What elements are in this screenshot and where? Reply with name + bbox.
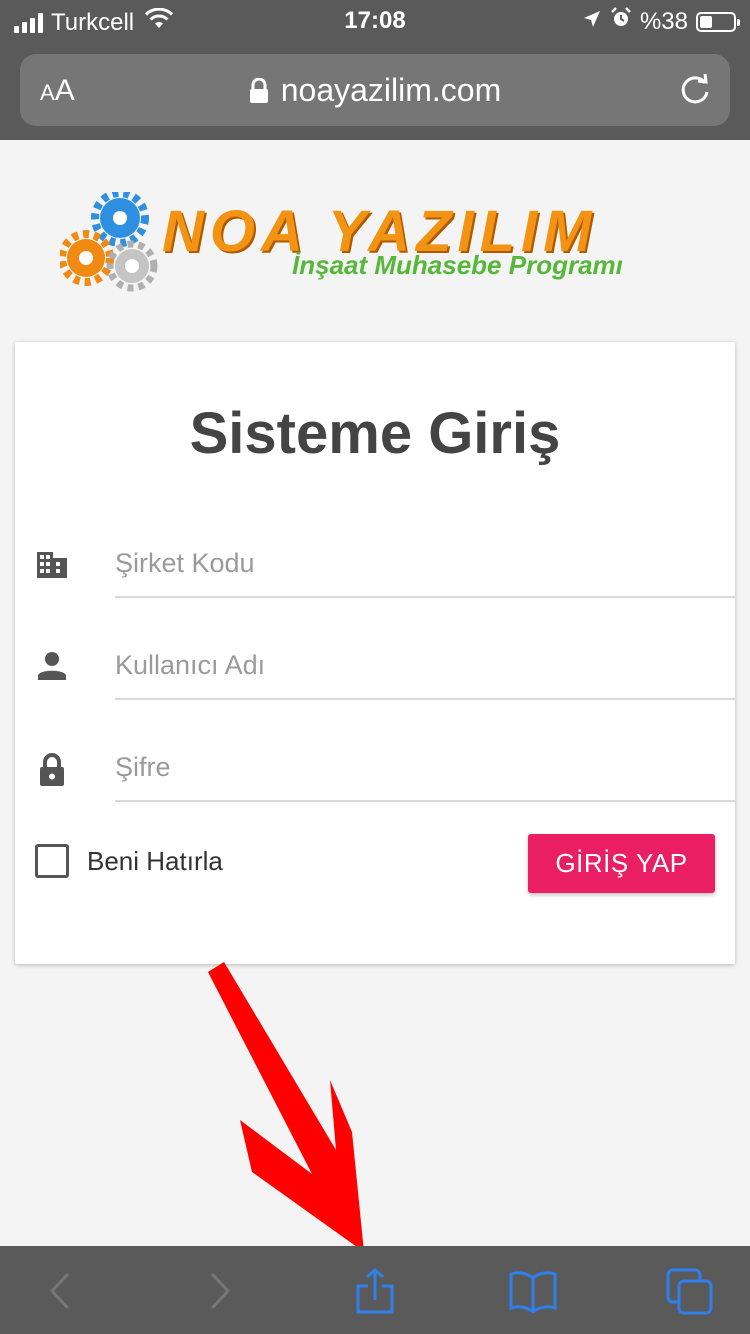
company-code-field xyxy=(35,530,735,600)
reload-icon[interactable] xyxy=(678,72,712,113)
login-card: Sisteme Giriş Şirket Kodu Kullanıcı Adı … xyxy=(15,342,735,964)
username-input[interactable] xyxy=(115,632,735,700)
lock-icon xyxy=(249,75,269,112)
address-bar[interactable]: AA noayazilim.com xyxy=(20,54,730,126)
login-button[interactable]: GİRİŞ YAP xyxy=(528,834,715,893)
url-field[interactable]: noayazilim.com xyxy=(20,72,730,112)
browser-address-area: AA noayazilim.com xyxy=(0,40,750,140)
page-title: Sisteme Giriş xyxy=(189,401,561,466)
back-icon[interactable] xyxy=(38,1268,84,1314)
bookmarks-icon[interactable] xyxy=(508,1268,557,1314)
red-arrow-annotation xyxy=(208,962,364,1252)
status-bar: Turkcell 17:08 %38 xyxy=(0,0,750,40)
url-text: noayazilim.com xyxy=(280,72,502,108)
building-icon xyxy=(35,548,71,584)
location-arrow-icon xyxy=(582,8,602,36)
gears-icon xyxy=(60,192,158,292)
company-code-input[interactable] xyxy=(115,530,735,598)
lock-icon xyxy=(35,752,71,788)
browser-toolbar xyxy=(0,1246,750,1334)
forward-icon[interactable] xyxy=(196,1268,242,1314)
password-input[interactable] xyxy=(115,734,735,802)
remember-label: Beni Hatırla xyxy=(87,845,223,876)
tabs-icon[interactable] xyxy=(666,1268,713,1315)
site-logo: NOA YAZILIM İnşaat Muhasebe Programı xyxy=(60,192,710,302)
alarm-icon xyxy=(610,7,632,36)
battery-fill xyxy=(700,15,712,28)
battery-percent: %38 xyxy=(639,7,688,35)
remember-me[interactable]: Beni Hatırla xyxy=(35,844,223,878)
battery-icon xyxy=(696,11,740,32)
logo-subtitle: İnşaat Muhasebe Programı xyxy=(292,250,623,280)
password-field xyxy=(35,734,735,804)
share-icon[interactable] xyxy=(352,1268,398,1314)
username-field xyxy=(35,632,735,702)
remember-checkbox[interactable] xyxy=(35,844,69,878)
user-icon xyxy=(35,650,71,686)
